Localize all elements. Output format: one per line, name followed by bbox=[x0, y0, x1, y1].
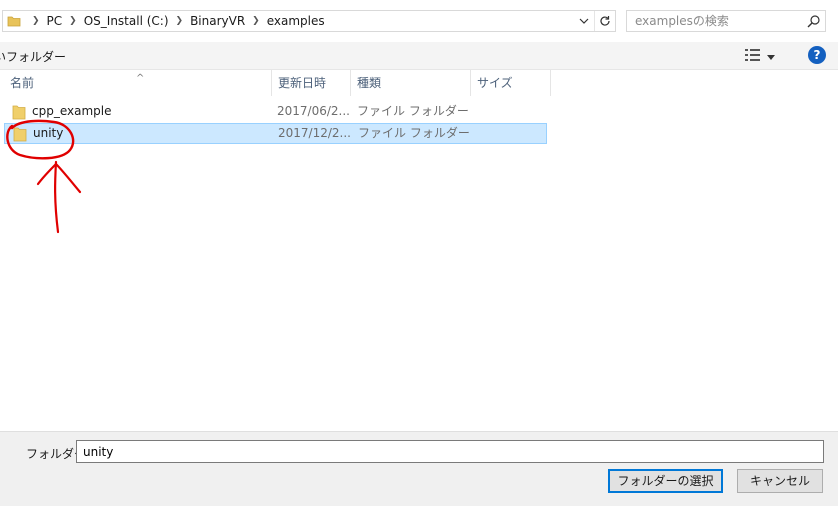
file-name: unity bbox=[33, 126, 64, 140]
folder-icon bbox=[13, 126, 27, 145]
navigation-bar: ❯ PC ❯ OS_Install (C:) ❯ BinaryVR ❯ exam… bbox=[0, 0, 838, 42]
cancel-button[interactable]: キャンセル bbox=[737, 469, 823, 493]
search-icon[interactable] bbox=[807, 14, 821, 31]
toolbar: いフォルダー ? bbox=[0, 42, 838, 70]
caret-down-icon bbox=[767, 49, 775, 63]
help-button[interactable]: ? bbox=[808, 46, 826, 64]
file-list: 名前 ^ 更新日時 種類 サイズ cpp_example 2017/06/2..… bbox=[0, 70, 838, 431]
folder-icon bbox=[12, 104, 26, 123]
file-type: ファイル フォルダー bbox=[358, 126, 470, 140]
breadcrumb-drive[interactable]: OS_Install (C:) bbox=[80, 14, 173, 28]
search-input[interactable] bbox=[631, 12, 807, 30]
chevron-right-icon[interactable]: ❯ bbox=[66, 16, 80, 26]
refresh-icon[interactable] bbox=[594, 11, 615, 31]
breadcrumb-pc[interactable]: PC bbox=[43, 14, 67, 28]
breadcrumb: ❯ PC ❯ OS_Install (C:) ❯ BinaryVR ❯ exam… bbox=[29, 11, 329, 31]
chevron-right-icon[interactable]: ❯ bbox=[173, 16, 187, 26]
address-bar[interactable]: ❯ PC ❯ OS_Install (C:) ❯ BinaryVR ❯ exam… bbox=[2, 10, 616, 32]
column-header-size[interactable]: サイズ bbox=[471, 70, 551, 96]
folder-name-input[interactable] bbox=[76, 440, 824, 463]
breadcrumb-binaryvr[interactable]: BinaryVR bbox=[186, 14, 249, 28]
list-item[interactable]: cpp_example 2017/06/2... ファイル フォルダー bbox=[4, 102, 547, 123]
chevron-down-icon[interactable] bbox=[575, 11, 593, 31]
annotation-circle-arrow bbox=[6, 119, 82, 234]
select-folder-button[interactable]: フォルダーの選択 bbox=[608, 469, 723, 493]
sort-ascending-icon: ^ bbox=[136, 73, 145, 84]
chevron-right-icon: ❯ bbox=[32, 16, 40, 26]
new-folder-button[interactable]: いフォルダー bbox=[0, 48, 66, 65]
file-date: 2017/12/2... bbox=[278, 126, 351, 140]
dialog-footer: フォルダー: フォルダーの選択 キャンセル bbox=[0, 431, 838, 506]
folder-icon bbox=[7, 14, 21, 31]
chevron-right-icon[interactable]: ❯ bbox=[249, 16, 263, 26]
column-header-date[interactable]: 更新日時 bbox=[272, 70, 351, 96]
file-name: cpp_example bbox=[32, 104, 112, 118]
file-date: 2017/06/2... bbox=[277, 104, 350, 118]
breadcrumb-examples[interactable]: examples bbox=[263, 14, 329, 28]
list-item-selected[interactable]: unity 2017/12/2... ファイル フォルダー bbox=[4, 123, 547, 144]
view-options-button[interactable] bbox=[745, 48, 785, 64]
column-header-name[interactable]: 名前 ^ bbox=[4, 70, 272, 96]
search-box[interactable] bbox=[626, 10, 826, 32]
column-headers: 名前 ^ 更新日時 種類 サイズ bbox=[0, 70, 552, 96]
column-header-type[interactable]: 種類 bbox=[351, 70, 471, 96]
details-view-icon bbox=[745, 48, 761, 64]
file-type: ファイル フォルダー bbox=[357, 104, 469, 118]
